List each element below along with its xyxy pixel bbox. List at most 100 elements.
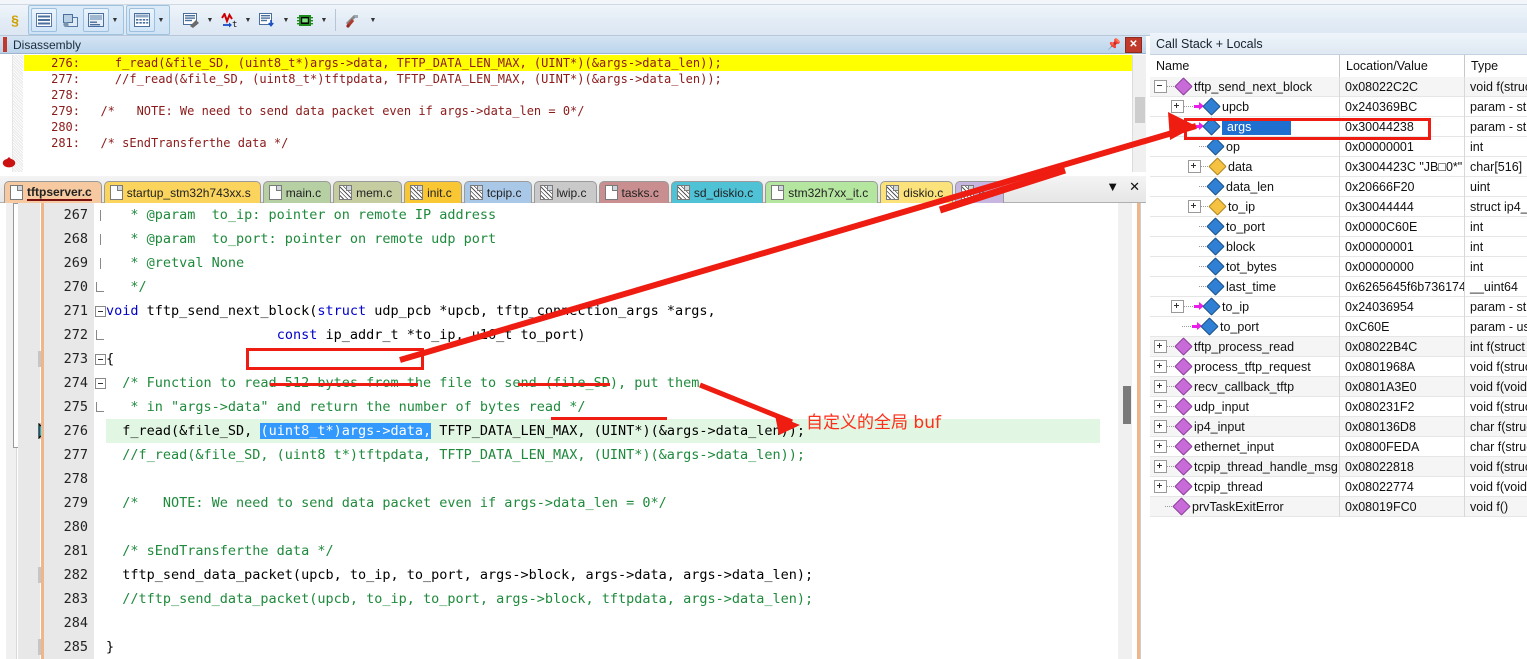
locals-row-value[interactable]: 0x30044444 <box>1340 196 1465 217</box>
locals-row[interactable]: tftp_process_read 0x08022B4C int f(struct … <box>1150 336 1527 357</box>
locals-row-name-cell[interactable]: to_port <box>1150 316 1340 337</box>
analysis-dropdown-icon[interactable]: ▼ <box>280 8 292 32</box>
locals-row-name-cell[interactable]: tftp_send_next_block <box>1150 77 1340 97</box>
analysis-window-icon[interactable] <box>254 8 280 32</box>
code-line[interactable]: //tftp_send_data_packet(upcb, to_ip, to_… <box>106 587 1100 611</box>
locals-row-value[interactable]: 0x00000000 <box>1340 256 1465 277</box>
disassembly-line[interactable]: 277: //f_read(&file_SD, (uint8_t*)tftpda… <box>24 71 1132 87</box>
locals-row-value[interactable]: 0xC60E <box>1340 316 1465 337</box>
locals-row-value[interactable]: 0x00000001 <box>1340 236 1465 257</box>
trace-dropdown-icon[interactable]: ▼ <box>242 8 254 32</box>
locals-row-value[interactable]: 0x08022C2C <box>1340 77 1465 97</box>
code-line[interactable]: * @retval None <box>106 251 1100 275</box>
locals-row[interactable]: tot_bytes 0x00000000 int <box>1150 256 1527 277</box>
locals-row-name-cell[interactable]: data_len <box>1150 176 1340 197</box>
disassembly-scrollbar[interactable] <box>1132 55 1146 172</box>
expand-icon[interactable] <box>1154 340 1167 353</box>
locals-row[interactable]: last_time 0x6265645f6b736174 __uint64 <box>1150 276 1527 297</box>
disassembly-line[interactable]: 279: /* NOTE: We need to send data packe… <box>24 103 1132 119</box>
code-line[interactable] <box>106 611 1100 635</box>
locals-row[interactable]: recv_callback_tftp 0x0801A3E0 void f(void … <box>1150 376 1527 397</box>
disassembly-line[interactable]: 281: /* sEndTransferthe data */ <box>24 135 1132 151</box>
code-line[interactable]: */ <box>106 275 1100 299</box>
code-line[interactable]: void tftp_send_next_block(struct udp_pcb… <box>106 299 1100 323</box>
system-viewer-dropdown-icon[interactable]: ▼ <box>318 8 330 32</box>
fold-marker[interactable] <box>94 347 106 371</box>
reset-icon[interactable]: § <box>2 8 28 32</box>
locals-row-value[interactable]: 0x20666F20 <box>1340 176 1465 197</box>
locals-row-name-cell[interactable]: to_ip <box>1150 296 1340 317</box>
editor-tab-tftpserver-c[interactable]: tftpserver.c <box>4 181 102 203</box>
locals-row-value[interactable]: 0x0800FEDA <box>1340 436 1465 457</box>
editor-tab-main-c[interactable]: main.c <box>262 181 332 203</box>
locals-row-value[interactable]: 0x240369BC <box>1340 96 1465 117</box>
code-area[interactable]: 267 268 269 270 271 272 273 274 275 276 277 278 279 2… <box>0 203 1146 659</box>
locals-row[interactable]: udp_input 0x080231F2 void f(struct <box>1150 396 1527 417</box>
disassembly-window-icon[interactable] <box>83 8 109 32</box>
code-line[interactable]: tftp_send_data_packet(upcb, to_ip, to_po… <box>106 563 1100 587</box>
editor-tab-ff-c[interactable]: ff.c <box>955 181 1005 203</box>
code-line[interactable]: /* NOTE: We need to send data packet eve… <box>106 491 1100 515</box>
code-left-scrollbar[interactable] <box>6 203 23 659</box>
fold-marker[interactable] <box>94 299 106 323</box>
breakpoint-icon[interactable] <box>2 155 16 169</box>
editor-tab-tasks-c[interactable]: tasks.c <box>598 181 669 203</box>
locals-row[interactable]: op 0x00000001 int <box>1150 136 1527 157</box>
locals-row-name-cell[interactable]: udp_input <box>1150 396 1340 417</box>
locals-row-value[interactable]: 0x6265645f6b736174 <box>1340 276 1465 297</box>
serial-dropdown-icon[interactable]: ▼ <box>204 8 216 32</box>
close-icon[interactable]: ✕ <box>1125 36 1142 53</box>
code-line[interactable] <box>106 515 1100 539</box>
editor-tab-diskio-c[interactable]: diskio.c <box>880 181 954 203</box>
memory-dropdown-icon[interactable]: ▼ <box>155 8 167 32</box>
code-line[interactable]: const ip_addr_t *to_ip, u16_t to_port) <box>106 323 1100 347</box>
trace-window-icon[interactable]: t <box>216 8 242 32</box>
editor-tab-stm32h7xx-it-c[interactable]: stm32h7xx_it.c <box>765 181 879 203</box>
editor-tab-sd-diskio-c[interactable]: sd_diskio.c <box>670 181 764 203</box>
system-viewer-icon[interactable] <box>292 8 318 32</box>
command-window-icon[interactable] <box>31 8 57 32</box>
locals-row-value[interactable]: 0x08019FC0 <box>1340 496 1465 517</box>
locals-row[interactable]: prvTaskExitError 0x08019FC0 void f() <box>1150 496 1527 517</box>
locals-row[interactable]: data 0x3004423C "JB□0*" char[516] <box>1150 156 1527 177</box>
configuration-wizard-icon[interactable] <box>341 8 367 32</box>
disassembly-scroll-thumb[interactable] <box>1135 97 1145 123</box>
code-breakpoint-column[interactable] <box>18 203 56 659</box>
fold-marker[interactable] <box>94 371 106 395</box>
locals-row-name-cell[interactable]: to_ip <box>1150 196 1340 217</box>
chevron-down-icon[interactable]: ▼ <box>1106 180 1119 193</box>
call-stack-locals-icon[interactable] <box>57 8 83 32</box>
column-header-name[interactable]: Name <box>1150 55 1340 77</box>
code-scroll-thumb[interactable] <box>1123 386 1131 424</box>
expand-icon[interactable] <box>1188 200 1201 213</box>
locals-row[interactable]: to_ip 0x30044444 struct ip4_ac <box>1150 196 1527 217</box>
code-folding-column[interactable] <box>94 203 106 659</box>
expand-icon[interactable] <box>1154 420 1167 433</box>
code-line[interactable]: /* sEndTransferthe data */ <box>106 539 1100 563</box>
locals-row-name-cell[interactable]: tcpip_thread <box>1150 476 1340 497</box>
disassembly-line[interactable]: 276: f_read(&file_SD, (uint8_t*)args->da… <box>24 55 1132 71</box>
locals-row-name-cell[interactable]: ethernet_input <box>1150 436 1340 457</box>
locals-row[interactable]: upcb 0x240369BC param - stru <box>1150 96 1527 117</box>
expand-icon[interactable] <box>1154 440 1167 453</box>
locals-row[interactable]: tftp_send_next_block 0x08022C2C void f(str… <box>1150 77 1527 97</box>
close-icon[interactable]: ✕ <box>1129 180 1140 193</box>
locals-row[interactable]: to_port 0x0000C60E int <box>1150 216 1527 237</box>
editor-tab-tcpip-c[interactable]: tcpip.c <box>463 181 532 203</box>
disassembly-body[interactable]: 276: f_read(&file_SD, (uint8_t*)args->da… <box>0 55 1146 172</box>
column-header-location-value[interactable]: Location/Value <box>1340 55 1465 77</box>
locals-row-name-cell[interactable]: tot_bytes <box>1150 256 1340 277</box>
locals-row[interactable]: tcpip_thread_handle_msg 0x08022818 void f(… <box>1150 456 1527 477</box>
code-line[interactable]: f_read(&file_SD, (uint8_t*)args->data, T… <box>106 419 1100 443</box>
disassembly-dropdown-icon[interactable]: ▼ <box>109 8 121 32</box>
locals-row-value[interactable]: 0x080136D8 <box>1340 416 1465 437</box>
expand-icon[interactable] <box>1171 100 1184 113</box>
locals-rows[interactable]: tftp_send_next_block 0x08022C2C void f(str… <box>1150 77 1527 659</box>
expand-icon[interactable] <box>1188 160 1201 173</box>
expand-icon[interactable] <box>1154 380 1167 393</box>
locals-row-value[interactable]: 0x24036954 <box>1340 296 1465 317</box>
locals-row-name-cell[interactable]: tcpip_thread_handle_msg <box>1150 456 1340 477</box>
expand-icon[interactable] <box>1154 360 1167 373</box>
locals-row-value[interactable]: 0x08022818 <box>1340 456 1465 477</box>
locals-row-value[interactable]: 0x0801A3E0 <box>1340 376 1465 397</box>
